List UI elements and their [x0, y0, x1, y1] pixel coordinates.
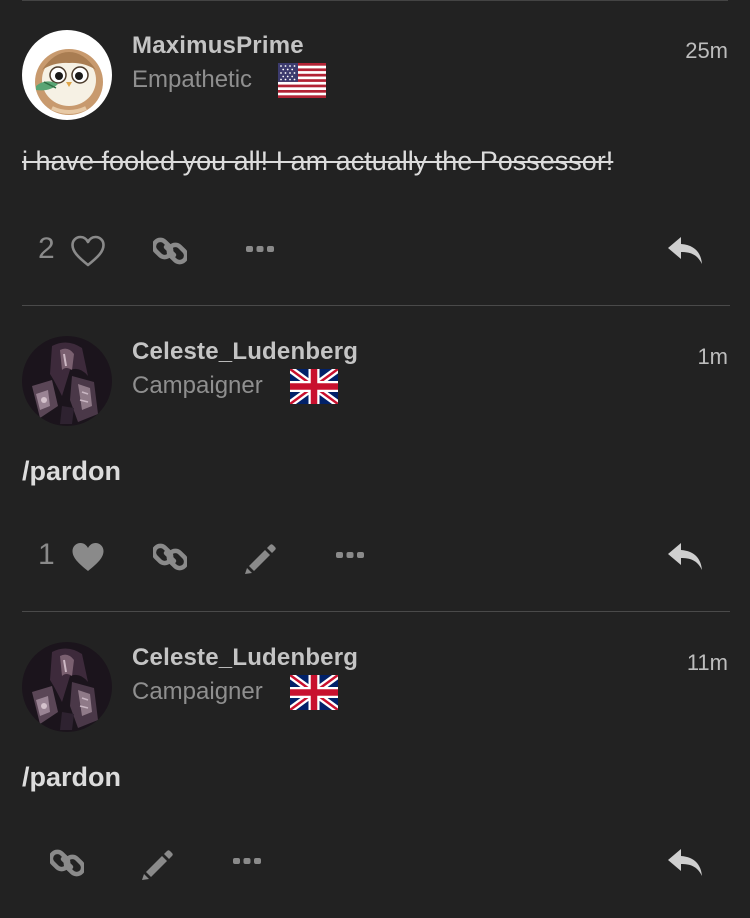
post-actions: [0, 838, 750, 888]
link-icon[interactable]: [153, 234, 187, 268]
reply-icon[interactable]: [666, 234, 706, 268]
uk-flag-icon: [290, 675, 338, 710]
user-title: Campaigner: [132, 372, 263, 399]
post-body: i have fooled you all! I am actually the…: [22, 146, 614, 176]
reply-icon[interactable]: [666, 540, 706, 574]
edit-pencil-icon[interactable]: [243, 540, 277, 574]
post-body: /pardon: [22, 456, 121, 486]
username[interactable]: Celeste_Ludenberg: [132, 338, 358, 366]
avatar[interactable]: [22, 336, 112, 426]
username[interactable]: MaximusPrime: [132, 32, 304, 60]
post-actions: 2: [0, 226, 750, 276]
more-dots-icon[interactable]: [232, 856, 262, 866]
heart-outline-icon[interactable]: [70, 234, 106, 268]
user-title: Empathetic: [132, 66, 253, 93]
more-dots-icon[interactable]: [245, 244, 275, 254]
post-body: /pardon: [22, 762, 121, 792]
post-actions: 1: [0, 532, 750, 582]
post-timestamp[interactable]: 11m: [687, 650, 728, 676]
post-timestamp[interactable]: 1m: [697, 344, 728, 370]
heart-filled-icon[interactable]: [70, 540, 106, 574]
post: Celeste_Ludenberg Campaigner 1m /pardon …: [0, 306, 750, 612]
like-count[interactable]: 2: [38, 232, 55, 266]
link-icon[interactable]: [50, 846, 84, 880]
edit-pencil-icon[interactable]: [140, 846, 174, 880]
link-icon[interactable]: [153, 540, 187, 574]
reply-icon[interactable]: [666, 846, 706, 880]
post-timestamp[interactable]: 25m: [685, 38, 728, 64]
more-dots-icon[interactable]: [335, 550, 365, 560]
us-flag-icon: [278, 63, 326, 98]
post: Celeste_Ludenberg Campaigner 11m /pardon: [0, 612, 750, 918]
avatar[interactable]: [22, 642, 112, 732]
uk-flag-icon: [290, 369, 338, 404]
user-title: Campaigner: [132, 678, 263, 705]
like-count[interactable]: 1: [38, 538, 55, 572]
username[interactable]: Celeste_Ludenberg: [132, 644, 358, 672]
avatar[interactable]: [22, 30, 112, 120]
post: MaximusPrime Empathetic 25m i have foole…: [0, 0, 750, 306]
